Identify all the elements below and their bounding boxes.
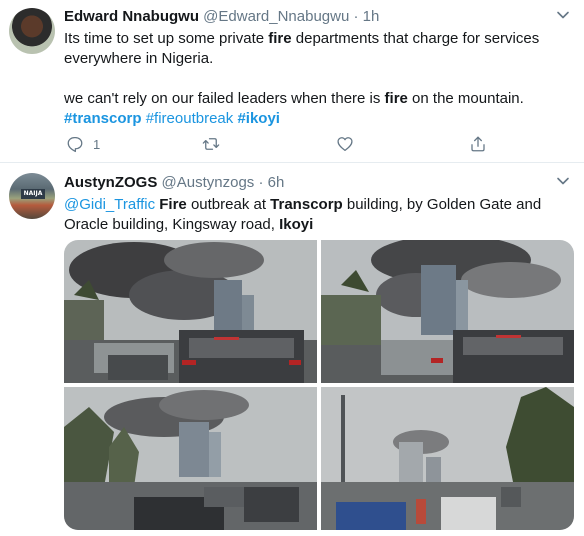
smoke-photo-image: [64, 387, 317, 530]
retweet-icon: [202, 138, 220, 150]
photo[interactable]: [64, 387, 317, 530]
photo[interactable]: [321, 240, 574, 383]
smoke-photo-image: [321, 387, 574, 530]
tweet-text: Its time to set up some private fire dep…: [64, 30, 540, 127]
share-button[interactable]: [469, 134, 487, 154]
smoke-photo-image: [321, 240, 574, 383]
author-name[interactable]: Edward Nnabugwu: [64, 8, 199, 25]
author-name[interactable]: AustynZOGS: [64, 174, 157, 191]
retweet-button[interactable]: [202, 134, 220, 154]
mention-link[interactable]: @Gidi_Traffic: [64, 196, 155, 213]
meta-separator: ·: [258, 174, 264, 191]
photo[interactable]: [64, 240, 317, 383]
hashtag-link[interactable]: #ikoyi: [237, 110, 280, 127]
author-handle[interactable]: @Austynzogs: [162, 174, 255, 191]
hashtag-link[interactable]: #transcorp: [64, 110, 142, 127]
tweet-header: Edward Nnabugwu @Edward_Nnabugwu · 1h: [64, 8, 379, 26]
tweet[interactable]: NAIJA AustynZOGS @Austynzogs · 6h @Gidi_…: [0, 163, 584, 536]
author-handle[interactable]: @Edward_Nnabugwu: [203, 8, 349, 25]
hashtag-link[interactable]: #fireoutbreak: [146, 110, 234, 127]
chevron-down-icon[interactable]: [556, 8, 570, 22]
reply-icon: [67, 136, 83, 153]
reply-count: 1: [93, 136, 101, 152]
like-button[interactable]: [336, 134, 354, 154]
photo-grid: [64, 240, 574, 530]
tweet-header: AustynZOGS @Austynzogs · 6h: [64, 174, 284, 192]
avatar-badge: NAIJA: [21, 189, 45, 199]
tweet-text: @Gidi_Traffic Fire outbreak at Transcorp…: [64, 196, 542, 233]
smoke-photo-image: [64, 240, 317, 383]
photo[interactable]: [321, 387, 574, 530]
avatar[interactable]: [9, 8, 55, 54]
tweet-time[interactable]: 1h: [363, 8, 380, 25]
avatar[interactable]: NAIJA: [9, 173, 55, 219]
chevron-down-icon[interactable]: [556, 174, 570, 188]
heart-icon: [337, 137, 353, 152]
reply-button[interactable]: 1: [66, 134, 100, 154]
tweet-actions: 1: [64, 134, 504, 154]
share-icon: [471, 136, 485, 152]
meta-separator: ·: [353, 8, 359, 25]
tweet[interactable]: Edward Nnabugwu @Edward_Nnabugwu · 1h It…: [0, 0, 584, 163]
tweet-time[interactable]: 6h: [268, 174, 285, 191]
